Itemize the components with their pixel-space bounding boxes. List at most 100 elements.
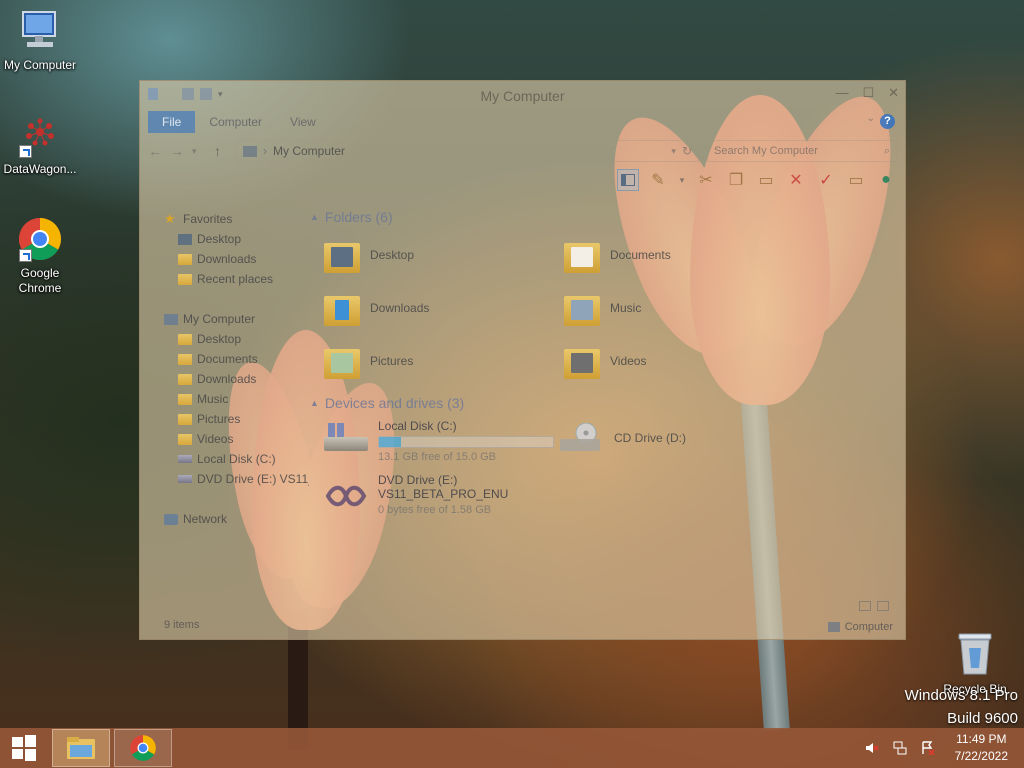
preview-pane-icon[interactable] xyxy=(617,169,639,191)
folder-downloads[interactable]: Downloads xyxy=(324,290,429,326)
forward-arrow-icon[interactable]: → xyxy=(170,143,184,159)
volume-muted-icon[interactable] xyxy=(865,741,879,755)
navigation-pane: ★ Favorites Desktop Downloads Recent pla… xyxy=(164,209,309,529)
start-button[interactable] xyxy=(0,728,48,768)
taskbar: 11:49 PM 7/22/2022 xyxy=(0,728,1024,768)
nav-fav-recent-places[interactable]: Recent places xyxy=(164,269,309,289)
address-dropdown-icon[interactable]: ▾ xyxy=(671,146,676,157)
details-view-icon[interactable] xyxy=(859,601,871,611)
search-icon: ⌕ xyxy=(883,144,890,157)
folder-music[interactable]: Music xyxy=(564,290,641,326)
nav-documents[interactable]: Documents xyxy=(164,349,309,369)
folder-desktop[interactable]: Desktop xyxy=(324,237,414,273)
music-folder-icon xyxy=(564,290,600,326)
system-tray: 11:49 PM 7/22/2022 xyxy=(865,731,1024,765)
minimize-button[interactable]: — xyxy=(835,85,848,101)
checkmark-icon[interactable]: ✓ xyxy=(815,169,837,191)
refresh-icon[interactable]: ↻ xyxy=(682,144,692,158)
clock[interactable]: 11:49 PM 7/22/2022 xyxy=(949,731,1014,765)
nav-fav-desktop[interactable]: Desktop xyxy=(164,229,309,249)
drive-dvd-e[interactable]: DVD Drive (E:) VS11_BETA_PRO_ENU 0 bytes… xyxy=(324,473,508,516)
datawagon-icon xyxy=(17,112,63,158)
nav-favorites[interactable]: ★ Favorites xyxy=(164,209,309,229)
up-arrow-icon[interactable]: ↑ xyxy=(214,143,228,159)
toolbar: ✎ ▾ ✂ ❐ ▭ ✕ ✓ ▭ ● xyxy=(617,169,897,191)
nav-pictures[interactable]: Pictures xyxy=(164,409,309,429)
folders-group-header[interactable]: ▲ Folders (6) xyxy=(310,209,393,225)
taskbar-google-chrome[interactable] xyxy=(114,729,172,767)
nav-fav-downloads[interactable]: Downloads xyxy=(164,249,309,269)
network-icon[interactable] xyxy=(893,741,907,755)
maximize-button[interactable]: ☐ xyxy=(862,85,874,101)
cut-icon[interactable]: ✂ xyxy=(695,169,717,191)
recent-places-icon xyxy=(178,273,192,285)
action-center-icon[interactable] xyxy=(921,741,935,756)
copy-icon[interactable]: ❐ xyxy=(725,169,747,191)
folder-icon xyxy=(178,353,192,365)
star-icon: ★ xyxy=(164,211,176,226)
search-input[interactable]: Search My Computer xyxy=(714,145,818,157)
desktop-icon-datawagon[interactable]: DataWagon... xyxy=(0,112,80,177)
collapse-chevron-icon: ▲ xyxy=(310,398,319,408)
ribbon-expand-icon[interactable]: ⌄ xyxy=(867,113,875,124)
item-count: 9 items xyxy=(164,619,200,631)
address-bar[interactable]: › My Computer ▾ ↻ xyxy=(236,140,699,162)
tab-view[interactable]: View xyxy=(276,111,330,133)
devices-group-header[interactable]: ▲ Devices and drives (3) xyxy=(310,395,464,411)
nav-desktop[interactable]: Desktop xyxy=(164,329,309,349)
close-button[interactable]: ✕ xyxy=(888,85,899,101)
rename-icon[interactable]: ▭ xyxy=(845,169,867,191)
shortcut-arrow-icon xyxy=(19,249,32,262)
globe-icon[interactable]: ● xyxy=(875,169,897,191)
drive-cd-d[interactable]: CD Drive (D:) xyxy=(560,422,686,453)
tab-file[interactable]: File xyxy=(148,111,196,133)
drive-free-space: 0 bytes free of 1.58 GB xyxy=(378,504,492,516)
nav-local-disk-c[interactable]: Local Disk (C:) xyxy=(164,449,309,469)
videos-folder-icon xyxy=(564,343,600,379)
computer-icon xyxy=(827,622,840,632)
watermark-build: Build 9600 xyxy=(947,710,1018,727)
nav-dvd-drive-e[interactable]: DVD Drive (E:) VS11_ xyxy=(164,469,309,489)
content-pane: ▲ Folders (6) Desktop Documents Download… xyxy=(310,205,893,615)
nav-music[interactable]: Music xyxy=(164,389,309,409)
folder-videos[interactable]: Videos xyxy=(564,343,646,379)
desktop-icon-my-computer[interactable]: My Computer xyxy=(0,8,80,73)
view-switcher xyxy=(859,601,889,611)
nav-network[interactable]: Network xyxy=(164,509,309,529)
nav-videos[interactable]: Videos xyxy=(164,429,309,449)
folder-icon xyxy=(178,333,192,345)
desktop-icon-google-chrome[interactable]: Google Chrome xyxy=(0,216,80,296)
clock-date: 7/22/2022 xyxy=(954,749,1008,763)
nav-downloads[interactable]: Downloads xyxy=(164,369,309,389)
status-location: Computer xyxy=(844,621,893,633)
search-box[interactable]: Search My Computer ⌕ xyxy=(707,140,897,162)
dropdown-icon[interactable]: ▾ xyxy=(677,169,687,191)
folder-pictures[interactable]: Pictures xyxy=(324,343,413,379)
ribbon-tabs: File Computer View ⌄ ? xyxy=(148,111,897,133)
downloads-folder-icon xyxy=(324,290,360,326)
nav-my-computer[interactable]: My Computer xyxy=(164,309,309,329)
title-bar[interactable]: ▾ My Computer — ☐ ✕ xyxy=(140,81,905,109)
drive-usage-bar xyxy=(378,436,554,448)
help-button[interactable]: ? xyxy=(880,114,895,129)
taskbar-file-explorer[interactable] xyxy=(52,729,110,767)
paste-icon[interactable]: ▭ xyxy=(755,169,777,191)
explorer-window[interactable]: ▾ My Computer — ☐ ✕ File Computer View ⌄… xyxy=(139,80,906,640)
folder-icon xyxy=(178,433,192,445)
tab-computer[interactable]: Computer xyxy=(195,111,276,133)
folder-documents[interactable]: Documents xyxy=(564,237,671,273)
recent-locations-icon[interactable]: ▾ xyxy=(192,146,206,157)
windows-drive-icon xyxy=(324,423,368,453)
delete-icon[interactable]: ✕ xyxy=(785,169,807,191)
back-arrow-icon[interactable]: ← xyxy=(148,143,162,159)
chrome-icon xyxy=(130,735,156,761)
brush-icon[interactable]: ✎ xyxy=(647,169,669,191)
computer-icon xyxy=(164,313,178,325)
window-title: My Computer xyxy=(480,88,565,104)
desktop-icon-label: DataWagon... xyxy=(3,162,77,176)
computer-icon xyxy=(17,8,63,54)
breadcrumb[interactable]: My Computer xyxy=(273,144,345,158)
large-icons-view-icon[interactable] xyxy=(877,601,889,611)
drive-local-disk-c[interactable]: Local Disk (C:) 13.1 GB free of 15.0 GB xyxy=(324,419,554,463)
folder-icon xyxy=(178,373,192,385)
